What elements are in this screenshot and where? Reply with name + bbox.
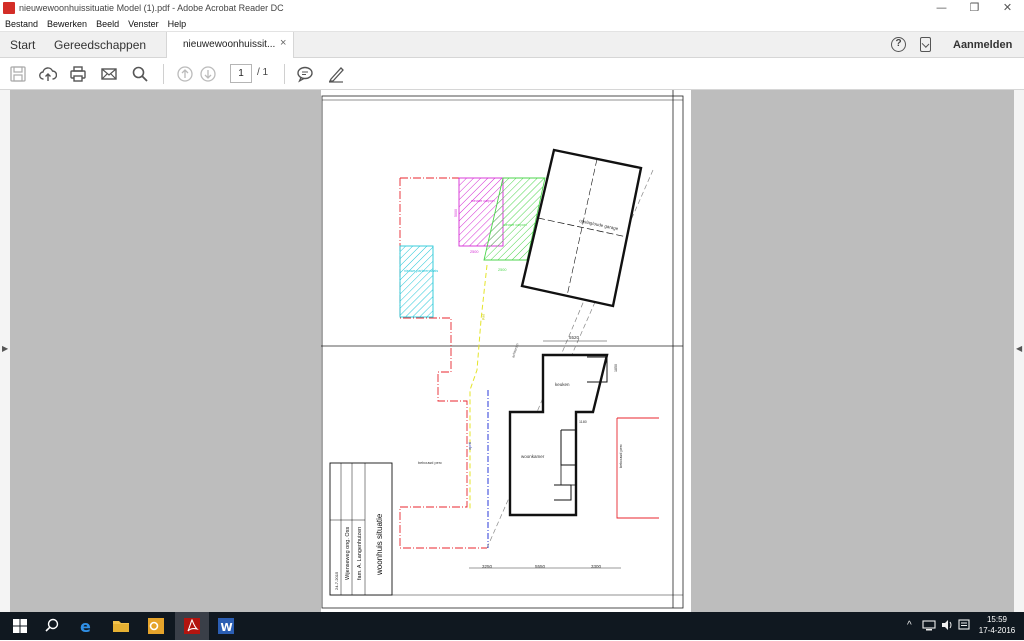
sign-icon[interactable] xyxy=(327,65,345,83)
save-icon[interactable] xyxy=(9,65,27,83)
left-panel-toggle[interactable]: ▶ xyxy=(0,90,10,612)
tab-document[interactable]: nieuwewoonhuissit... × xyxy=(166,32,294,59)
toolbar xyxy=(0,58,1024,90)
expand-left-icon: ▶ xyxy=(2,344,9,353)
chevron-up-icon[interactable]: ^ xyxy=(907,620,912,631)
dimension-small-1: 2500 xyxy=(470,250,478,254)
cyan-area-label: nieuwe parkeerplaats xyxy=(404,269,438,273)
tab-document-label: nieuwewoonhuissit... xyxy=(183,39,276,50)
word-icon[interactable]: W xyxy=(216,616,236,636)
tab-start[interactable]: Start xyxy=(10,38,35,52)
email-icon[interactable] xyxy=(100,65,118,83)
explorer-icon[interactable] xyxy=(111,616,131,636)
pdf-page: opslag/oude garage keuken woonkamer 5520… xyxy=(321,90,691,612)
window-controls: — ❐ ✕ xyxy=(925,0,1024,16)
menu-help[interactable]: Help xyxy=(163,19,191,29)
site-plan-drawing: opslag/oude garage keuken woonkamer 5520… xyxy=(321,90,684,609)
dimension-bottom-2: 5550 xyxy=(535,564,546,569)
menu-beeld[interactable]: Beeld xyxy=(91,19,123,29)
page-total: / 1 xyxy=(257,67,269,78)
outlook-icon[interactable] xyxy=(146,616,166,636)
dimension-side-1: 5000 xyxy=(454,209,458,217)
edge-icon[interactable]: e xyxy=(77,616,97,636)
svg-text:e: e xyxy=(80,617,91,636)
living-room-label: woonkamer xyxy=(521,454,545,459)
document-viewer[interactable]: ▶ ◀ opslag/oude garage keuken woonkamer … xyxy=(0,90,1024,612)
clock-time: 15:59 xyxy=(986,615,1008,624)
svg-text:W: W xyxy=(221,621,233,634)
neighbor-right-label: bebouwd perc xyxy=(619,444,623,468)
kitchen-label: keuken xyxy=(555,382,570,387)
close-tab-button[interactable]: × xyxy=(280,37,286,49)
restore-button[interactable]: ❐ xyxy=(958,0,991,16)
dimension-side-3: 1180 xyxy=(579,420,587,424)
signin-button[interactable]: Aanmelden xyxy=(953,39,1012,51)
print-icon[interactable] xyxy=(69,65,87,83)
green-area-label: nieuwe carport xyxy=(503,223,527,227)
path-label: pad xyxy=(481,314,486,320)
dimension-top: 5520 xyxy=(569,335,580,340)
page-number-input[interactable]: 1 xyxy=(230,64,252,83)
tab-bar: Start Gereedschappen nieuwewoonhuissit..… xyxy=(0,31,1024,59)
menu-bewerken[interactable]: Bewerken xyxy=(42,19,91,29)
dimension-side-2: 1850 xyxy=(614,364,618,372)
drawing-title: woonhuis situatie xyxy=(375,513,384,576)
drawing-address: Wijenseweg ong. Oss xyxy=(345,527,351,580)
acrobat-icon[interactable] xyxy=(182,616,202,636)
minimize-button[interactable]: — xyxy=(925,0,958,16)
neighbor-left-label: bebouwd perc xyxy=(418,461,442,465)
clock-date: 17-4-2016 xyxy=(978,626,1016,635)
dimension-bottom-3: 3300 xyxy=(591,564,602,569)
dimension-small-2: 2500 xyxy=(498,268,506,272)
tab-tools[interactable]: Gereedschappen xyxy=(54,38,146,52)
menu-bar: Bestand Bewerken Beeld Venster Help xyxy=(0,16,1024,31)
title-bar: nieuwewoonhuissituatie Model (1).pdf - A… xyxy=(0,0,1024,16)
expand-right-icon: ◀ xyxy=(1016,344,1023,353)
dimension-bottom-1: 3250 xyxy=(482,564,493,569)
search-icon[interactable] xyxy=(42,616,62,636)
window-title: nieuwewoonhuissituatie Model (1).pdf - A… xyxy=(19,3,284,13)
windows-taskbar: e W ^ 15:59 17-4-2016 xyxy=(0,612,1024,640)
close-window-button[interactable]: ✕ xyxy=(991,0,1024,16)
volume-icon[interactable] xyxy=(940,618,954,632)
menu-bestand[interactable]: Bestand xyxy=(0,19,42,29)
help-icon[interactable]: ? xyxy=(891,37,906,52)
notification-icon[interactable] xyxy=(957,618,971,632)
backway-label: achterom xyxy=(511,343,519,358)
toolbar-separator xyxy=(284,64,285,84)
windows-start-icon[interactable] xyxy=(10,616,30,636)
menu-venster[interactable]: Venster xyxy=(123,19,163,29)
drawing-owner: fam. A. Langenhuizen xyxy=(357,527,363,580)
drawing-date: 24-7-2015 xyxy=(334,571,339,590)
page-up-icon[interactable] xyxy=(176,65,194,83)
toolbar-separator xyxy=(163,64,164,84)
driveway-label: oprit xyxy=(467,441,472,450)
network-icon[interactable] xyxy=(922,618,936,632)
taskbar-clock[interactable]: 15:59 17-4-2016 xyxy=(975,614,1019,636)
mobile-link-icon[interactable] xyxy=(920,37,931,52)
magenta-area-label: nieuwe carport xyxy=(471,199,495,203)
acrobat-app-icon xyxy=(3,2,15,14)
right-panel-toggle[interactable]: ◀ xyxy=(1014,90,1024,612)
page-down-icon[interactable] xyxy=(199,65,217,83)
comment-icon[interactable] xyxy=(296,65,314,83)
search-icon[interactable] xyxy=(131,65,149,83)
upload-icon[interactable] xyxy=(39,65,58,83)
